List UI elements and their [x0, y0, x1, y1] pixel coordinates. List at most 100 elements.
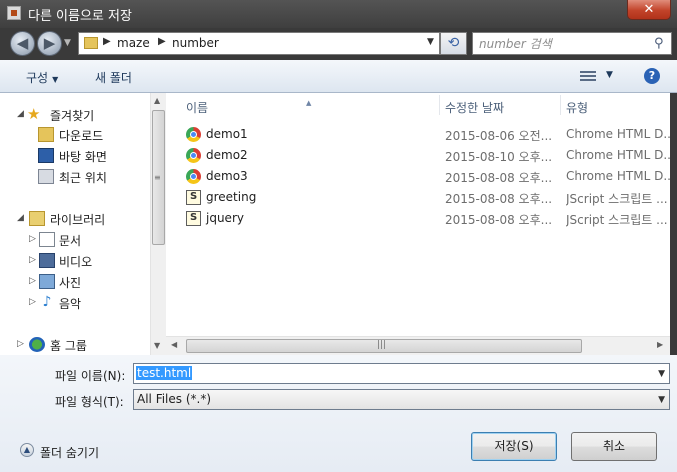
close-button[interactable]: ✕: [627, 0, 671, 20]
filetype-select[interactable]: All Files (*.*) ▼: [133, 389, 670, 410]
cancel-button[interactable]: 취소: [571, 432, 657, 461]
navigation-bar: ◀ ▶ ▼ ▶ maze ▶ number ▼ ⟲ ⚲: [0, 28, 677, 60]
nav-item-desktop[interactable]: 바탕 화면: [0, 146, 150, 166]
star-icon: ★: [27, 105, 41, 123]
desktop-icon: [38, 148, 54, 163]
filetype-label: 파일 형식(T):: [55, 395, 124, 409]
refresh-icon: ⟲: [447, 35, 460, 51]
chrome-html-icon: [186, 169, 201, 184]
browser-area: ◢ ★ 즐겨찾기 다운로드 바탕 화면 최근 위치 ◢ 라이브러리 ▷ 문서 ▷…: [0, 93, 670, 355]
nav-item-documents[interactable]: ▷ 문서: [0, 230, 150, 250]
nav-label-documents: 문서: [59, 234, 82, 248]
file-date: 2015-08-08 오후...: [445, 192, 553, 206]
file-row[interactable]: greeting 2015-08-08 오후... JScript 스크립트 .…: [166, 187, 670, 208]
nav-item-homegroup[interactable]: ▷ 홈 그룹: [0, 335, 150, 355]
view-options-icon[interactable]: [580, 71, 596, 81]
organize-label: 구성: [26, 71, 49, 85]
app-icon: [7, 6, 21, 20]
breadcrumb-number[interactable]: number: [172, 36, 219, 50]
organize-button[interactable]: 구성 ▼: [26, 69, 58, 86]
recent-places-icon: [38, 169, 54, 184]
expand-icon[interactable]: ▷: [29, 234, 36, 244]
help-icon[interactable]: ?: [644, 68, 660, 84]
new-folder-button[interactable]: 새 폴더: [95, 69, 132, 86]
pictures-icon: [39, 274, 55, 289]
nav-label-favorites: 즐겨찾기: [50, 109, 95, 123]
filetype-dropdown-icon[interactable]: ▼: [658, 395, 665, 405]
search-box[interactable]: ⚲: [472, 32, 672, 55]
filename-input[interactable]: test.html: [136, 366, 193, 380]
save-as-dialog: 다른 이름으로 저장 ✕ ◀ ▶ ▼ ▶ maze ▶ number ▼ ⟲ ⚲…: [0, 0, 677, 472]
file-name: jquery: [206, 211, 244, 225]
back-arrow-icon: ◀: [16, 34, 29, 52]
column-header-type[interactable]: 유형: [561, 93, 670, 117]
expand-icon[interactable]: ▷: [29, 276, 36, 286]
nav-item-pictures[interactable]: ▷ 사진: [0, 272, 150, 292]
save-button[interactable]: 저장(S): [471, 432, 557, 461]
libraries-icon: [29, 211, 45, 226]
scroll-grip-icon: |||: [377, 340, 387, 350]
file-row[interactable]: demo2 2015-08-10 오후... Chrome HTML D...: [166, 145, 670, 166]
expand-icon[interactable]: ▷: [29, 255, 36, 265]
expand-icon[interactable]: ▷: [17, 339, 24, 349]
file-name: demo3: [206, 169, 248, 183]
scrollbar-thumb[interactable]: |||: [186, 339, 582, 353]
breadcrumb-maze[interactable]: maze: [117, 36, 150, 50]
file-list-horizontal-scrollbar[interactable]: ◀ ||| ▶: [166, 336, 670, 355]
file-name: greeting: [206, 190, 257, 204]
documents-icon: [39, 232, 55, 247]
expand-icon[interactable]: ▷: [29, 297, 36, 307]
file-name: demo2: [206, 148, 248, 162]
nav-label-downloads: 다운로드: [59, 129, 104, 143]
file-row[interactable]: jquery 2015-08-08 오후... JScript 스크립트 ...: [166, 208, 670, 229]
scroll-right-icon[interactable]: ▶: [657, 340, 663, 349]
nav-item-downloads[interactable]: 다운로드: [0, 125, 150, 145]
navigation-pane-scrollbar[interactable]: ▲ ≡ ▼: [150, 93, 166, 355]
back-button[interactable]: ◀: [10, 31, 35, 56]
view-dropdown-icon[interactable]: ▼: [606, 70, 613, 80]
nav-label-videos: 비디오: [59, 255, 93, 269]
scroll-down-icon[interactable]: ▼: [154, 341, 160, 350]
forward-button[interactable]: ▶: [37, 31, 62, 56]
scroll-up-icon[interactable]: ▲: [154, 96, 160, 105]
window-title: 다른 이름으로 저장: [28, 9, 132, 24]
search-icon[interactable]: ⚲: [654, 36, 664, 51]
scroll-left-icon[interactable]: ◀: [171, 340, 177, 349]
nav-item-favorites[interactable]: ◢ ★ 즐겨찾기: [0, 105, 150, 125]
nav-label-desktop: 바탕 화면: [59, 150, 107, 164]
nav-label-libraries: 라이브러리: [50, 213, 106, 227]
videos-icon: [39, 253, 55, 268]
recent-pages-dropdown-icon[interactable]: ▼: [64, 38, 71, 48]
refresh-button[interactable]: ⟲: [440, 32, 467, 55]
column-header-name[interactable]: ▲ 이름: [166, 93, 438, 117]
column-header-date[interactable]: 수정한 날짜: [440, 93, 560, 117]
file-row[interactable]: demo3 2015-08-08 오후... Chrome HTML D...: [166, 166, 670, 187]
filename-dropdown-icon[interactable]: ▼: [658, 369, 665, 379]
jscript-icon: [186, 190, 201, 205]
search-input[interactable]: [479, 35, 649, 52]
file-type: JScript 스크립트 ...: [566, 192, 668, 206]
breadcrumb-separator-icon[interactable]: ▶: [158, 36, 166, 47]
organize-dropdown-icon: ▼: [52, 75, 59, 84]
nav-item-music[interactable]: ▷ ♪ 음악: [0, 293, 150, 313]
navigation-pane: ◢ ★ 즐겨찾기 다운로드 바탕 화면 최근 위치 ◢ 라이브러리 ▷ 문서 ▷…: [0, 93, 150, 355]
filename-combobox[interactable]: test.html ▼: [133, 363, 670, 384]
hide-folders-button[interactable]: 폴더 숨기기: [40, 444, 99, 461]
save-options-panel: 파일 이름(N): test.html ▼ 파일 형식(T): All File…: [0, 355, 677, 472]
nav-item-videos[interactable]: ▷ 비디오: [0, 251, 150, 271]
address-dropdown-icon[interactable]: ▼: [427, 37, 434, 47]
hide-folders-icon[interactable]: ▲: [20, 443, 34, 457]
title-bar: 다른 이름으로 저장 ✕: [0, 0, 677, 28]
column-label-name: 이름: [186, 101, 209, 115]
nav-item-libraries[interactable]: ◢ 라이브러리: [0, 209, 150, 229]
address-bar[interactable]: ▶ maze ▶ number ▼: [78, 32, 440, 55]
collapse-icon[interactable]: ◢: [17, 213, 24, 223]
file-row[interactable]: demo1 2015-08-06 오전... Chrome HTML D...: [166, 124, 670, 145]
nav-label-homegroup: 홈 그룹: [50, 339, 87, 353]
file-date: 2015-08-06 오전...: [445, 129, 553, 143]
nav-item-recent-places[interactable]: 최근 위치: [0, 167, 150, 187]
collapse-icon[interactable]: ◢: [17, 109, 24, 119]
file-date: 2015-08-08 오후...: [445, 171, 553, 185]
breadcrumb-separator-icon[interactable]: ▶: [103, 36, 111, 47]
file-name: demo1: [206, 127, 248, 141]
